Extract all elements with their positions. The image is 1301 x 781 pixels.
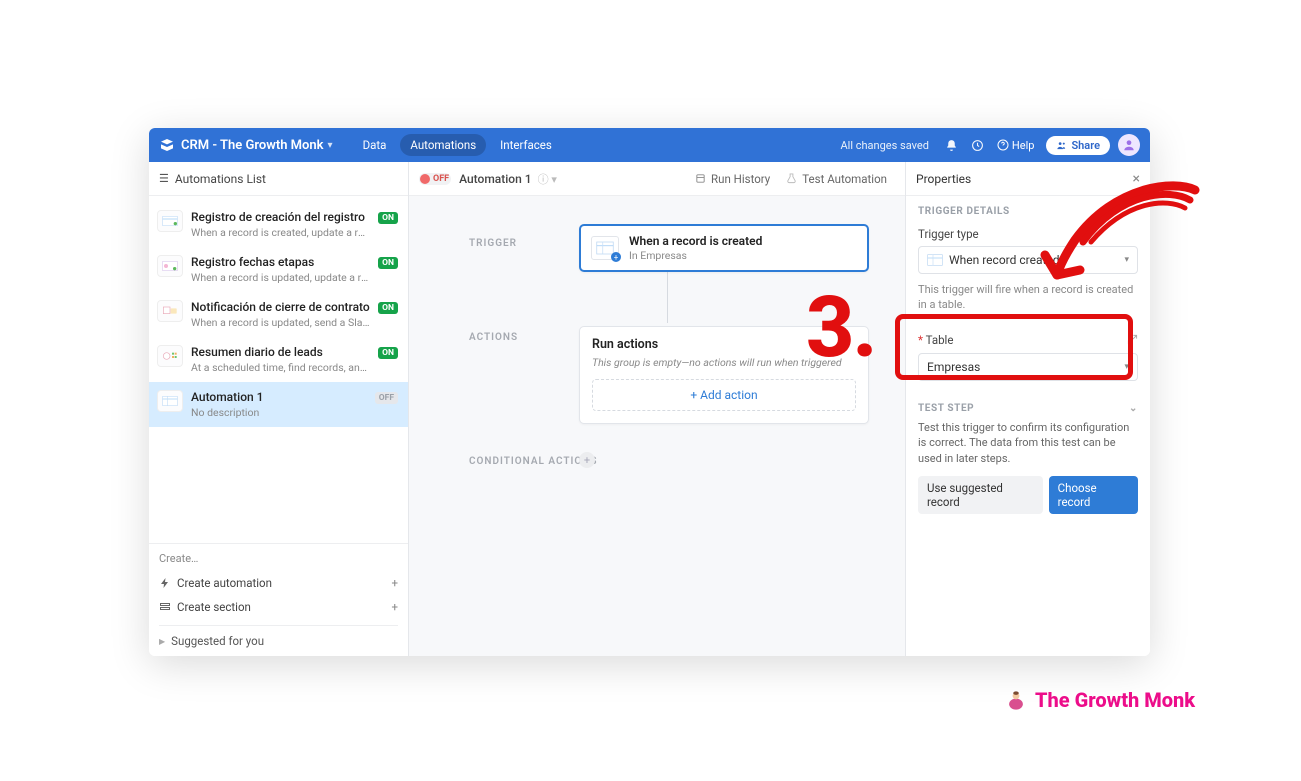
status-badge: OFF [375, 392, 398, 404]
airtable-logo-icon [159, 137, 175, 153]
share-button[interactable]: Share [1046, 136, 1110, 155]
table-select[interactable]: Empresas ▾ [918, 353, 1138, 381]
actions-section-label: ACTIONS [469, 332, 518, 343]
choose-record-button[interactable]: Choose record [1049, 476, 1138, 514]
test-step-heading: TEST STEP [918, 403, 974, 414]
tab-data[interactable]: Data [353, 134, 397, 156]
automations-sidebar: ☰ Automations List Registro de creación … [149, 162, 409, 656]
create-heading: Create… [159, 552, 398, 565]
trigger-hint: This trigger will fire when a record is … [918, 282, 1138, 313]
automation-toggle[interactable]: OFF [419, 173, 451, 185]
automation-item[interactable]: Resumen diario de leads At a scheduled ti… [149, 337, 408, 382]
automation-name: Notificación de cierre de contrato [191, 300, 370, 314]
expand-icon[interactable] [1127, 334, 1138, 345]
status-badge: ON [378, 302, 398, 314]
chevron-down-icon[interactable]: ▾ [328, 140, 333, 151]
table-config: Table Empresas ▾ [918, 327, 1138, 391]
automation-desc: No description [191, 406, 367, 419]
user-avatar[interactable] [1118, 134, 1140, 156]
trigger-type-label: Trigger type [918, 227, 1138, 241]
history-icon[interactable] [967, 134, 989, 156]
trigger-details-heading: TRIGGER DETAILS [918, 206, 1138, 217]
add-conditional-button[interactable]: + [579, 452, 595, 468]
app-window: CRM - The Growth Monk ▾ Data Automations… [149, 128, 1150, 656]
create-automation-button[interactable]: Create automation + [159, 571, 398, 595]
sidebar-header[interactable]: ☰ Automations List [149, 162, 408, 196]
properties-title: Properties [916, 172, 971, 186]
trigger-subtitle: In Empresas [629, 249, 762, 262]
automation-desc: At a scheduled time, find records, and 1… [191, 361, 370, 374]
chevron-down-icon[interactable]: ⌄ [1129, 403, 1138, 414]
status-badge: ON [378, 212, 398, 224]
plus-icon: + [391, 576, 398, 590]
automation-name: Registro fechas etapas [191, 255, 370, 269]
automation-item[interactable]: Registro de creación del registro When a … [149, 202, 408, 247]
properties-panel: Properties × TRIGGER DETAILS Trigger typ… [905, 162, 1150, 656]
automation-item[interactable]: Notificación de cierre de contrato When a… [149, 292, 408, 337]
canvas-header: OFF Automation 1 ⓘ ▾ Run History Test Au… [409, 162, 905, 196]
automation-canvas: OFF Automation 1 ⓘ ▾ Run History Test Au… [409, 162, 905, 656]
base-title[interactable]: CRM - The Growth Monk [181, 138, 324, 153]
test-automation-button[interactable]: Test Automation [778, 169, 895, 189]
caret-down-icon: ▾ [1124, 255, 1129, 265]
header-tabs: Data Automations Interfaces [353, 134, 562, 156]
test-step-section: TEST STEP ⌄ Test this trigger to confirm… [918, 403, 1138, 514]
automation-item-selected[interactable]: Automation 1 No description OFF [149, 382, 408, 427]
tab-interfaces[interactable]: Interfaces [490, 134, 562, 156]
automation-name: Automation 1 [191, 390, 367, 404]
test-step-desc: Test this trigger to confirm its configu… [918, 420, 1138, 466]
automation-icon [157, 345, 183, 367]
help-link[interactable]: Help [997, 139, 1035, 152]
automation-icon [157, 300, 183, 322]
run-history-button[interactable]: Run History [687, 169, 778, 189]
automation-icon [157, 255, 183, 277]
sidebar-bottom: Create… Create automation + Create secti… [149, 543, 408, 656]
bell-icon[interactable] [941, 134, 963, 156]
grid-icon [927, 254, 943, 266]
add-action-button[interactable]: Add action [592, 379, 856, 411]
close-icon[interactable]: × [1133, 171, 1140, 187]
suggested-for-you[interactable]: ▶ Suggested for you [159, 625, 398, 656]
table-label: Table [918, 333, 953, 347]
automation-name: Resumen diario de leads [191, 345, 370, 359]
automation-item[interactable]: Registro fechas etapas When a record is u… [149, 247, 408, 292]
plus-icon: + [391, 600, 398, 614]
status-badge: ON [378, 347, 398, 359]
trigger-section-label: TRIGGER [469, 238, 517, 249]
automation-desc: When a record is updated, send a Slack m… [191, 316, 370, 329]
automation-name: Registro de creación del registro [191, 210, 370, 224]
caret-right-icon: ▶ [159, 637, 165, 646]
automation-desc: When a record is created, update a recor… [191, 226, 370, 239]
app-header: CRM - The Growth Monk ▾ Data Automations… [149, 128, 1150, 162]
automation-icon [157, 390, 183, 412]
brand-footer: The Growth Monk [1005, 688, 1195, 712]
monk-icon [1005, 689, 1027, 711]
status-badge: ON [378, 257, 398, 269]
info-icon[interactable]: ⓘ ▾ [538, 171, 557, 187]
save-status: All changes saved [840, 139, 928, 152]
trigger-type-select[interactable]: When record created ▾ [918, 246, 1138, 274]
trigger-card[interactable]: When a record is created In Empresas [579, 224, 869, 272]
canvas-automation-name[interactable]: Automation 1 [459, 172, 532, 186]
automation-icon [157, 210, 183, 232]
caret-down-icon: ▾ [1124, 362, 1129, 372]
list-icon: ☰ [159, 172, 169, 185]
use-suggested-button[interactable]: Use suggested record [918, 476, 1043, 514]
brand-name: The Growth Monk [1035, 688, 1195, 712]
automation-desc: When a record is updated, update a recor… [191, 271, 370, 284]
tab-automations[interactable]: Automations [400, 134, 486, 156]
annotation-step-number: 3. [806, 286, 875, 370]
grid-plus-icon [591, 236, 619, 260]
trigger-title: When a record is created [629, 234, 762, 248]
create-section-button[interactable]: Create section + [159, 595, 398, 619]
